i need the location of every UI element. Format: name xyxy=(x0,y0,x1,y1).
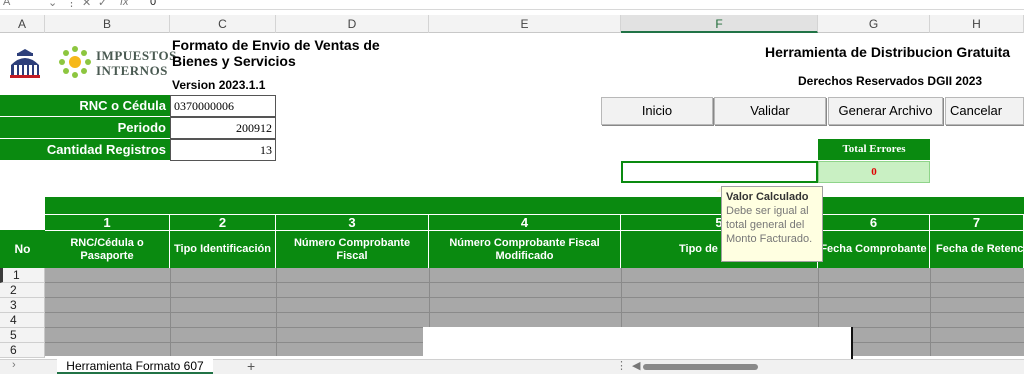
column-header-f[interactable]: F xyxy=(621,15,818,33)
impuestos-internos-wordmark: IMPUESTOS INTERNOS xyxy=(96,48,177,78)
check-icon[interactable]: ✓ xyxy=(98,0,107,9)
header-tipo-identificacion: Tipo Identificación xyxy=(170,230,276,268)
total-errores-header: Total Errores xyxy=(818,139,930,160)
formula-bar: A ⌄ ⋮ ✕ ✓ fx 0 xyxy=(0,0,1024,10)
row-header-4[interactable]: 4 xyxy=(0,313,45,328)
row-header-2[interactable]: 2 xyxy=(0,283,45,298)
header-ncf-text: Número Comprobante Fiscal xyxy=(293,236,411,262)
fx-icon[interactable]: fx xyxy=(120,0,129,8)
sheet-tab-active[interactable]: Herramienta Formato 607 xyxy=(57,359,213,374)
gob-shield-icon xyxy=(10,49,40,78)
column-header-c[interactable]: C xyxy=(170,15,276,33)
col-number-3: 3 xyxy=(276,214,429,230)
dots-icon: ⋮ xyxy=(66,0,77,9)
version-label: Version 2023.1.1 xyxy=(172,78,266,92)
horizontal-scrollbar[interactable] xyxy=(643,364,758,370)
no-header: No xyxy=(0,230,45,268)
logo-line-2: INTERNOS xyxy=(96,63,168,78)
overlay-panel xyxy=(423,327,853,360)
page-title: Formato de Envio de Ventas de Bienes y S… xyxy=(172,37,380,69)
generar-archivo-button[interactable]: Generar Archivo xyxy=(828,97,943,125)
column-header-h[interactable]: H xyxy=(930,15,1024,33)
header-ncf-modificado-text: Número Comprobante Fiscal Modificado xyxy=(449,236,600,262)
inicio-button[interactable]: Inicio xyxy=(601,97,713,125)
rnc-value[interactable]: 0370000006 xyxy=(170,95,276,117)
header-fecha-retencion: Fecha de Retencio xyxy=(930,230,1024,268)
more-options-icon[interactable]: ⋮ xyxy=(616,359,627,372)
validar-button[interactable]: Validar xyxy=(714,97,826,125)
column-header-bar: A B C D E F G H xyxy=(0,15,1024,33)
row-header-6[interactable]: 6 xyxy=(0,343,45,358)
header-tipo-ingreso-text: Tipo de xyxy=(679,243,718,255)
row-header-3[interactable]: 3 xyxy=(0,298,45,313)
total-errores-value[interactable]: 0 xyxy=(818,161,930,183)
cell-comment-tooltip: Valor Calculado Debe ser igual al total … xyxy=(721,186,823,262)
grid-header-band xyxy=(45,197,1024,214)
col-number-6: 6 xyxy=(818,214,930,230)
cantidad-registros-label: Cantidad Registros xyxy=(0,139,170,161)
cantidad-registros-value[interactable]: 13 xyxy=(170,139,276,161)
add-sheet-icon[interactable]: + xyxy=(247,358,255,374)
periodo-value[interactable]: 200912 xyxy=(170,117,276,139)
col-number-4: 4 xyxy=(429,214,621,230)
row-header-1[interactable]: 1 xyxy=(0,268,45,283)
column-header-b[interactable]: B xyxy=(45,15,170,33)
rnc-label: RNC o Cédula xyxy=(0,95,170,117)
chevron-right-icon[interactable]: › xyxy=(12,359,16,371)
column-header-g[interactable]: G xyxy=(818,15,930,33)
header-rnc-cedula-text: RNC/Cédula o Pasaporte xyxy=(70,236,144,262)
tool-title: Herramienta de Distribucion Gratuita xyxy=(765,44,1011,60)
col-number-1: 1 xyxy=(45,214,170,230)
rights-label: Derechos Reservados DGII 2023 xyxy=(798,74,983,88)
header-fecha-comprobante: Fecha Comprobante xyxy=(818,230,930,268)
chevron-down-icon[interactable]: ⌄ xyxy=(48,0,57,9)
header-fecha-retencion-text: Fecha de Retencio xyxy=(936,243,1024,255)
tooltip-title: Valor Calculado xyxy=(726,191,809,203)
header-ncf-modificado: Número Comprobante Fiscal Modificado xyxy=(429,230,621,268)
scroll-left-icon[interactable]: ◀ xyxy=(632,359,640,372)
formula-input[interactable]: 0 xyxy=(150,0,156,8)
header-tipo-identificacion-text: Tipo Identificación xyxy=(174,243,271,255)
column-header-e[interactable]: E xyxy=(429,15,621,33)
col-number-2: 2 xyxy=(170,214,276,230)
selected-cell[interactable] xyxy=(621,161,818,183)
column-header-a[interactable]: A xyxy=(0,15,45,33)
header-ncf: Número Comprobante Fiscal xyxy=(276,230,429,268)
impuestos-internos-logo-icon xyxy=(59,46,91,78)
tooltip-body: Debe ser igual al total general del Mont… xyxy=(726,205,813,245)
cancel-icon[interactable]: ✕ xyxy=(82,0,91,9)
row-header-5[interactable]: 5 xyxy=(0,328,45,343)
logo-line-1: IMPUESTOS xyxy=(96,48,177,63)
periodo-label: Periodo xyxy=(0,117,170,139)
name-box[interactable]: A xyxy=(3,0,10,8)
cancelar-button[interactable]: Cancelar xyxy=(945,97,1024,125)
column-header-d[interactable]: D xyxy=(276,15,429,33)
col-number-7: 7 xyxy=(930,214,1024,230)
header-fecha-comprobante-text: Fecha Comprobante xyxy=(820,243,927,255)
header-rnc-cedula: RNC/Cédula o Pasaporte xyxy=(45,230,170,268)
